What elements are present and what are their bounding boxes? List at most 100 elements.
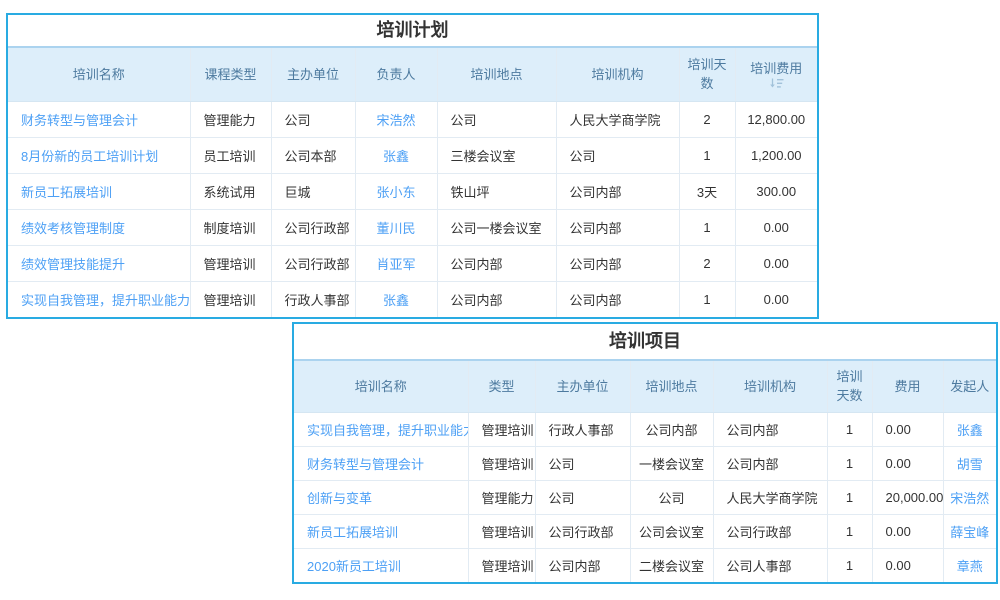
training-project-title: 培训项目 xyxy=(294,324,996,359)
host-unit-cell: 公司行政部 xyxy=(271,209,355,245)
fee-cell: 0.00 xyxy=(872,412,943,446)
col-header-fee[interactable]: 培训费用 xyxy=(735,47,817,101)
days-cell: 1 xyxy=(679,209,735,245)
training-name-link[interactable]: 绩效管理技能提升 xyxy=(8,245,190,281)
location-cell: 一楼会议室 xyxy=(630,446,713,480)
host-unit-cell: 公司 xyxy=(535,446,630,480)
training-plan-table: 培训名称 课程类型 主办单位 负责人 培训地点 培训机构 培训天数 培训费用 xyxy=(8,46,817,317)
person-in-charge-link[interactable]: 肖亚军 xyxy=(355,245,437,281)
location-cell: 二楼会议室 xyxy=(630,548,713,582)
initiator-link[interactable]: 薛宝峰 xyxy=(943,514,996,548)
type-cell: 管理培训 xyxy=(468,548,535,582)
training-name-link[interactable]: 创新与变革 xyxy=(294,480,468,514)
location-cell: 公司 xyxy=(630,480,713,514)
host-unit-cell: 公司 xyxy=(535,480,630,514)
training-name-link[interactable]: 8月份新的员工培训计划 xyxy=(8,137,190,173)
table-row: 8月份新的员工培训计划 员工培训 公司本部 张鑫 三楼会议室 公司 1 1,20… xyxy=(8,137,817,173)
header-row: 培训名称 类型 主办单位 培训地点 培训机构 培训天数 费用 发起人 xyxy=(294,360,996,412)
institution-cell: 公司行政部 xyxy=(713,514,827,548)
location-cell: 铁山坪 xyxy=(437,173,556,209)
location-cell: 公司内部 xyxy=(630,412,713,446)
col-header-training-name: 培训名称 xyxy=(8,47,190,101)
host-unit-cell: 公司本部 xyxy=(271,137,355,173)
institution-cell: 人民大学商学院 xyxy=(556,101,679,137)
fee-cell: 0.00 xyxy=(735,281,817,317)
training-name-link[interactable]: 财务转型与管理会计 xyxy=(8,101,190,137)
col-header-fee-label: 培训费用 xyxy=(750,61,802,76)
training-name-link[interactable]: 实现自我管理，提升职业能力 xyxy=(8,281,190,317)
table-row: 绩效考核管理制度 制度培训 公司行政部 董川民 公司一楼会议室 公司内部 1 0… xyxy=(8,209,817,245)
course-type-cell: 制度培训 xyxy=(190,209,271,245)
person-in-charge-link[interactable]: 宋浩然 xyxy=(355,101,437,137)
initiator-link[interactable]: 章燕 xyxy=(943,548,996,582)
type-cell: 管理培训 xyxy=(468,446,535,480)
type-cell: 管理培训 xyxy=(468,514,535,548)
table-row: 新员工拓展培训 系统试用 巨城 张小东 铁山坪 公司内部 3天 300.00 xyxy=(8,173,817,209)
fee-cell: 12,800.00 xyxy=(735,101,817,137)
col-header-type: 类型 xyxy=(468,360,535,412)
fee-cell: 300.00 xyxy=(735,173,817,209)
days-cell: 1 xyxy=(827,480,872,514)
col-header-fee: 费用 xyxy=(872,360,943,412)
col-header-training-name: 培训名称 xyxy=(294,360,468,412)
host-unit-cell: 公司行政部 xyxy=(535,514,630,548)
type-cell: 管理能力 xyxy=(468,480,535,514)
days-cell: 1 xyxy=(827,446,872,480)
institution-cell: 公司内部 xyxy=(556,245,679,281)
days-cell: 2 xyxy=(679,245,735,281)
institution-cell: 公司内部 xyxy=(713,446,827,480)
training-name-link[interactable]: 新员工拓展培训 xyxy=(8,173,190,209)
person-in-charge-link[interactable]: 董川民 xyxy=(355,209,437,245)
training-name-link[interactable]: 新员工拓展培训 xyxy=(294,514,468,548)
host-unit-cell: 行政人事部 xyxy=(535,412,630,446)
table-row: 实现自我管理，提升职业能力 管理培训 行政人事部 张鑫 公司内部 公司内部 1 … xyxy=(8,281,817,317)
col-header-host-unit: 主办单位 xyxy=(271,47,355,101)
location-cell: 公司 xyxy=(437,101,556,137)
training-name-link[interactable]: 财务转型与管理会计 xyxy=(294,446,468,480)
host-unit-cell: 公司 xyxy=(271,101,355,137)
host-unit-cell: 行政人事部 xyxy=(271,281,355,317)
table-row: 创新与变革 管理能力 公司 公司 人民大学商学院 1 20,000.00 宋浩然 xyxy=(294,480,996,514)
table-row: 2020新员工培训 管理培训 公司内部 二楼会议室 公司人事部 1 0.00 章… xyxy=(294,548,996,582)
fee-cell: 0.00 xyxy=(872,446,943,480)
institution-cell: 公司 xyxy=(556,137,679,173)
days-cell: 2 xyxy=(679,101,735,137)
training-project-panel: 培训项目 培训名称 类型 主办单位 培训地点 培训机构 培训天数 费用 发起人 … xyxy=(292,322,998,584)
location-cell: 公司内部 xyxy=(437,245,556,281)
days-cell: 1 xyxy=(679,281,735,317)
table-row: 新员工拓展培训 管理培训 公司行政部 公司会议室 公司行政部 1 0.00 薛宝… xyxy=(294,514,996,548)
col-header-institution: 培训机构 xyxy=(713,360,827,412)
table-row: 绩效管理技能提升 管理培训 公司行政部 肖亚军 公司内部 公司内部 2 0.00 xyxy=(8,245,817,281)
initiator-link[interactable]: 胡雪 xyxy=(943,446,996,480)
training-name-link[interactable]: 绩效考核管理制度 xyxy=(8,209,190,245)
fee-cell: 0.00 xyxy=(872,548,943,582)
fee-cell: 0.00 xyxy=(872,514,943,548)
person-in-charge-link[interactable]: 张鑫 xyxy=(355,281,437,317)
col-header-course-type: 课程类型 xyxy=(190,47,271,101)
days-cell: 1 xyxy=(679,137,735,173)
initiator-link[interactable]: 宋浩然 xyxy=(943,480,996,514)
location-cell: 公司会议室 xyxy=(630,514,713,548)
institution-cell: 公司内部 xyxy=(556,281,679,317)
days-cell: 3天 xyxy=(679,173,735,209)
header-row: 培训名称 课程类型 主办单位 负责人 培训地点 培训机构 培训天数 培训费用 xyxy=(8,47,817,101)
col-header-location: 培训地点 xyxy=(437,47,556,101)
col-header-person-in-charge: 负责人 xyxy=(355,47,437,101)
person-in-charge-link[interactable]: 张小东 xyxy=(355,173,437,209)
institution-cell: 公司内部 xyxy=(556,173,679,209)
col-header-location: 培训地点 xyxy=(630,360,713,412)
training-plan-panel: 培训计划 培训名称 课程类型 主办单位 负责人 培训地点 培训机构 培训天数 培… xyxy=(6,13,819,319)
col-header-initiator: 发起人 xyxy=(943,360,996,412)
institution-cell: 公司内部 xyxy=(713,412,827,446)
table-row: 财务转型与管理会计 管理培训 公司 一楼会议室 公司内部 1 0.00 胡雪 xyxy=(294,446,996,480)
training-name-link[interactable]: 2020新员工培训 xyxy=(294,548,468,582)
training-project-table: 培训名称 类型 主办单位 培训地点 培训机构 培训天数 费用 发起人 实现自我管… xyxy=(294,359,996,582)
person-in-charge-link[interactable]: 张鑫 xyxy=(355,137,437,173)
initiator-link[interactable]: 张鑫 xyxy=(943,412,996,446)
table-row: 实现自我管理，提升职业能力 管理培训 行政人事部 公司内部 公司内部 1 0.0… xyxy=(294,412,996,446)
sort-amount-icon[interactable] xyxy=(742,78,812,90)
training-name-link[interactable]: 实现自我管理，提升职业能力 xyxy=(294,412,468,446)
type-cell: 管理培训 xyxy=(468,412,535,446)
host-unit-cell: 巨城 xyxy=(271,173,355,209)
course-type-cell: 系统试用 xyxy=(190,173,271,209)
